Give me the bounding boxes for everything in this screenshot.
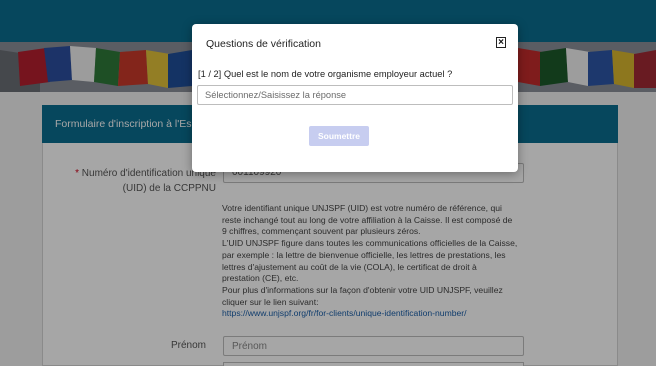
answer-input[interactable] — [197, 85, 513, 105]
verification-question: [1 / 2] Quel est le nom de votre organis… — [198, 69, 453, 79]
modal-title: Questions de vérification — [206, 38, 321, 50]
verification-questions-modal: Questions de vérification × [1 / 2] Quel… — [192, 24, 518, 172]
submit-button[interactable]: Soumettre — [309, 126, 369, 146]
close-icon[interactable]: × — [496, 37, 506, 48]
